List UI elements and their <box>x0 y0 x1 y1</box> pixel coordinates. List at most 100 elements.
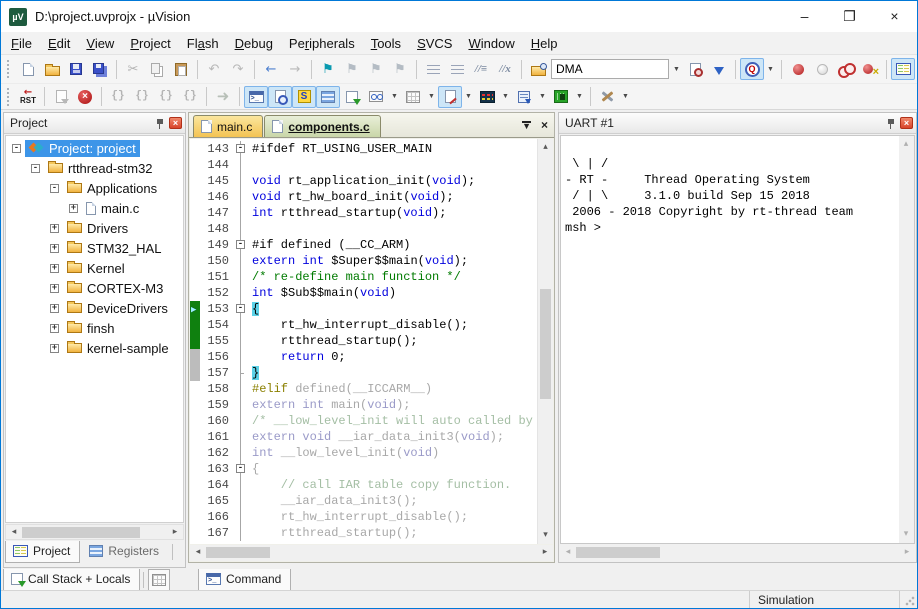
run-to-cursor-button[interactable]: {} <box>178 86 202 108</box>
scroll-down-icon[interactable]: ▾ <box>538 528 553 543</box>
toolbox-button[interactable] <box>595 86 619 108</box>
step-over-button[interactable]: {} <box>130 86 154 108</box>
expander-icon[interactable]: + <box>50 324 59 333</box>
project-panel-close-icon[interactable]: × <box>169 117 182 129</box>
undo-button[interactable]: ↶ <box>202 58 226 80</box>
scroll-up-icon[interactable]: ▴ <box>899 137 913 152</box>
scroll-right-icon[interactable]: ▸ <box>169 525 181 540</box>
menu-edit[interactable]: Edit <box>40 33 78 54</box>
code-line-165[interactable]: 165 __iar_data_init3(); <box>190 493 536 509</box>
scrollbar-thumb[interactable] <box>22 527 140 538</box>
menu-help[interactable]: Help <box>523 33 566 54</box>
uart-terminal[interactable]: \ | / - RT - Thread Operating System / |… <box>560 135 915 544</box>
editor-hscrollbar[interactable]: ◂ ▸ <box>190 545 553 561</box>
find-in-files-button[interactable] <box>683 58 707 80</box>
code-line-154[interactable]: 154 rt_hw_interrupt_disable(); <box>190 317 536 333</box>
show-next-statement-button[interactable]: ➜ <box>211 86 235 108</box>
cut-button[interactable]: ✂ <box>121 58 145 80</box>
tree-item-stm32-hal[interactable]: +STM32_HAL <box>6 238 183 258</box>
tree-item-kernel[interactable]: +Kernel <box>6 258 183 278</box>
code-line-157[interactable]: 157} <box>190 365 536 381</box>
menu-view[interactable]: View <box>78 33 122 54</box>
uart-panel-close-icon[interactable]: × <box>900 117 913 129</box>
code-line-144[interactable]: 144 <box>190 157 536 173</box>
code-line-150[interactable]: 150extern int $Super$$main(void); <box>190 253 536 269</box>
navigate-forward-button[interactable]: → <box>283 58 307 80</box>
minimize-button[interactable]: – <box>782 1 827 32</box>
find-input[interactable]: DMA <box>551 59 669 79</box>
menu-peripherals[interactable]: Peripherals <box>281 33 363 54</box>
registers-window-button[interactable] <box>316 86 340 108</box>
bookmark-clear-button[interactable]: ⚑ <box>388 58 412 80</box>
tree-item-rtthread-stm32[interactable]: -rtthread-stm32 <box>6 158 183 178</box>
code-line-149[interactable]: 149-#if defined (__CC_ARM) <box>190 237 536 253</box>
uncomment-button[interactable]: //x <box>493 58 517 80</box>
watch-windows-button[interactable] <box>364 86 388 108</box>
tree-item-cortex-m3[interactable]: +CORTEX-M3 <box>6 278 183 298</box>
system-viewer-button[interactable] <box>549 86 573 108</box>
tab-call-stack-locals[interactable]: Call Stack + Locals <box>3 569 140 591</box>
code-line-161[interactable]: 161extern void __iar_data_init3(void); <box>190 429 536 445</box>
scrollbar-thumb[interactable] <box>540 289 551 399</box>
code-line-163[interactable]: 163-{ <box>190 461 536 477</box>
scroll-right-icon[interactable]: ▸ <box>901 545 913 560</box>
code-line-162[interactable]: 162int __low_level_init(void) <box>190 445 536 461</box>
lookup-dropdown-button[interactable]: ▼ <box>764 58 777 80</box>
menu-tools[interactable]: Tools <box>363 33 409 54</box>
navigate-back-button[interactable]: ← <box>259 58 283 80</box>
code-line-159[interactable]: 159extern int main(void); <box>190 397 536 413</box>
save-button[interactable] <box>64 58 88 80</box>
open-file-button[interactable] <box>40 58 64 80</box>
call-stack-window-button[interactable] <box>340 86 364 108</box>
code-line-160[interactable]: 160/* __low_level_init will auto called … <box>190 413 536 429</box>
paste-button[interactable] <box>169 58 193 80</box>
expander-icon[interactable]: + <box>50 244 59 253</box>
scroll-up-icon[interactable]: ▴ <box>538 140 553 155</box>
command-window-button[interactable]: >_ <box>244 86 268 108</box>
code-editor[interactable]: 143-#ifdef RT_USING_USER_MAIN144145void … <box>190 139 553 544</box>
configure-windows-button[interactable] <box>891 58 915 80</box>
comment-button[interactable]: //≡ <box>469 58 493 80</box>
pin-icon[interactable] <box>155 118 166 129</box>
tree-item-applications[interactable]: -Applications <box>6 178 183 198</box>
toolbar-grip[interactable] <box>7 60 10 78</box>
tab-registers[interactable]: Registers <box>81 541 169 563</box>
disassembly-window-button[interactable] <box>268 86 292 108</box>
expander-icon[interactable]: - <box>50 184 59 193</box>
tree-item-main-c[interactable]: +main.c <box>6 198 183 218</box>
step-out-button[interactable]: {} <box>154 86 178 108</box>
serial-windows-button[interactable] <box>438 86 462 108</box>
save-all-button[interactable] <box>88 58 112 80</box>
fold-collapse-icon[interactable]: - <box>236 240 245 249</box>
tab-list-icon[interactable]: ▼ <box>522 121 531 130</box>
scroll-left-icon[interactable]: ◂ <box>192 545 204 560</box>
maximize-button[interactable]: ❐ <box>827 1 872 32</box>
memory-windows-button[interactable] <box>401 86 425 108</box>
resize-grip-icon[interactable] <box>905 596 915 606</box>
tree-item-kernel-sample[interactable]: +kernel-sample <box>6 338 183 358</box>
editor-vscrollbar[interactable]: ▴ ▾ <box>537 139 553 544</box>
menu-svcs[interactable]: SVCS <box>409 33 460 54</box>
kill-all-breakpoints-button[interactable] <box>858 58 882 80</box>
tree-item-drivers[interactable]: +Drivers <box>6 218 183 238</box>
bookmark-previous-button[interactable]: ⚑ <box>364 58 388 80</box>
fold-collapse-icon[interactable]: - <box>236 144 245 153</box>
code-line-164[interactable]: 164 // call IAR table copy function. <box>190 477 536 493</box>
scroll-down-icon[interactable]: ▾ <box>899 527 913 542</box>
fold-collapse-icon[interactable]: - <box>236 464 245 473</box>
code-line-158[interactable]: 158#elif defined(__ICCARM__) <box>190 381 536 397</box>
code-line-145[interactable]: 145void rt_application_init(void); <box>190 173 536 189</box>
system-viewer-dropdown[interactable]: ▼ <box>573 86 586 108</box>
expander-icon[interactable]: - <box>31 164 40 173</box>
scroll-left-icon[interactable]: ◂ <box>8 525 20 540</box>
menu-file[interactable]: File <box>3 33 40 54</box>
expander-icon[interactable]: + <box>69 204 78 213</box>
fold-collapse-icon[interactable]: - <box>236 304 245 313</box>
code-line-148[interactable]: 148 <box>190 221 536 237</box>
find-dropdown-button[interactable]: ▼ <box>670 58 683 80</box>
symbol-window-button[interactable]: S <box>292 86 316 108</box>
close-button[interactable]: × <box>872 1 917 32</box>
uart-hscrollbar[interactable]: ◂ ▸ <box>560 545 915 561</box>
tab-main-c[interactable]: main.c <box>193 115 263 137</box>
expander-icon[interactable]: + <box>50 284 59 293</box>
